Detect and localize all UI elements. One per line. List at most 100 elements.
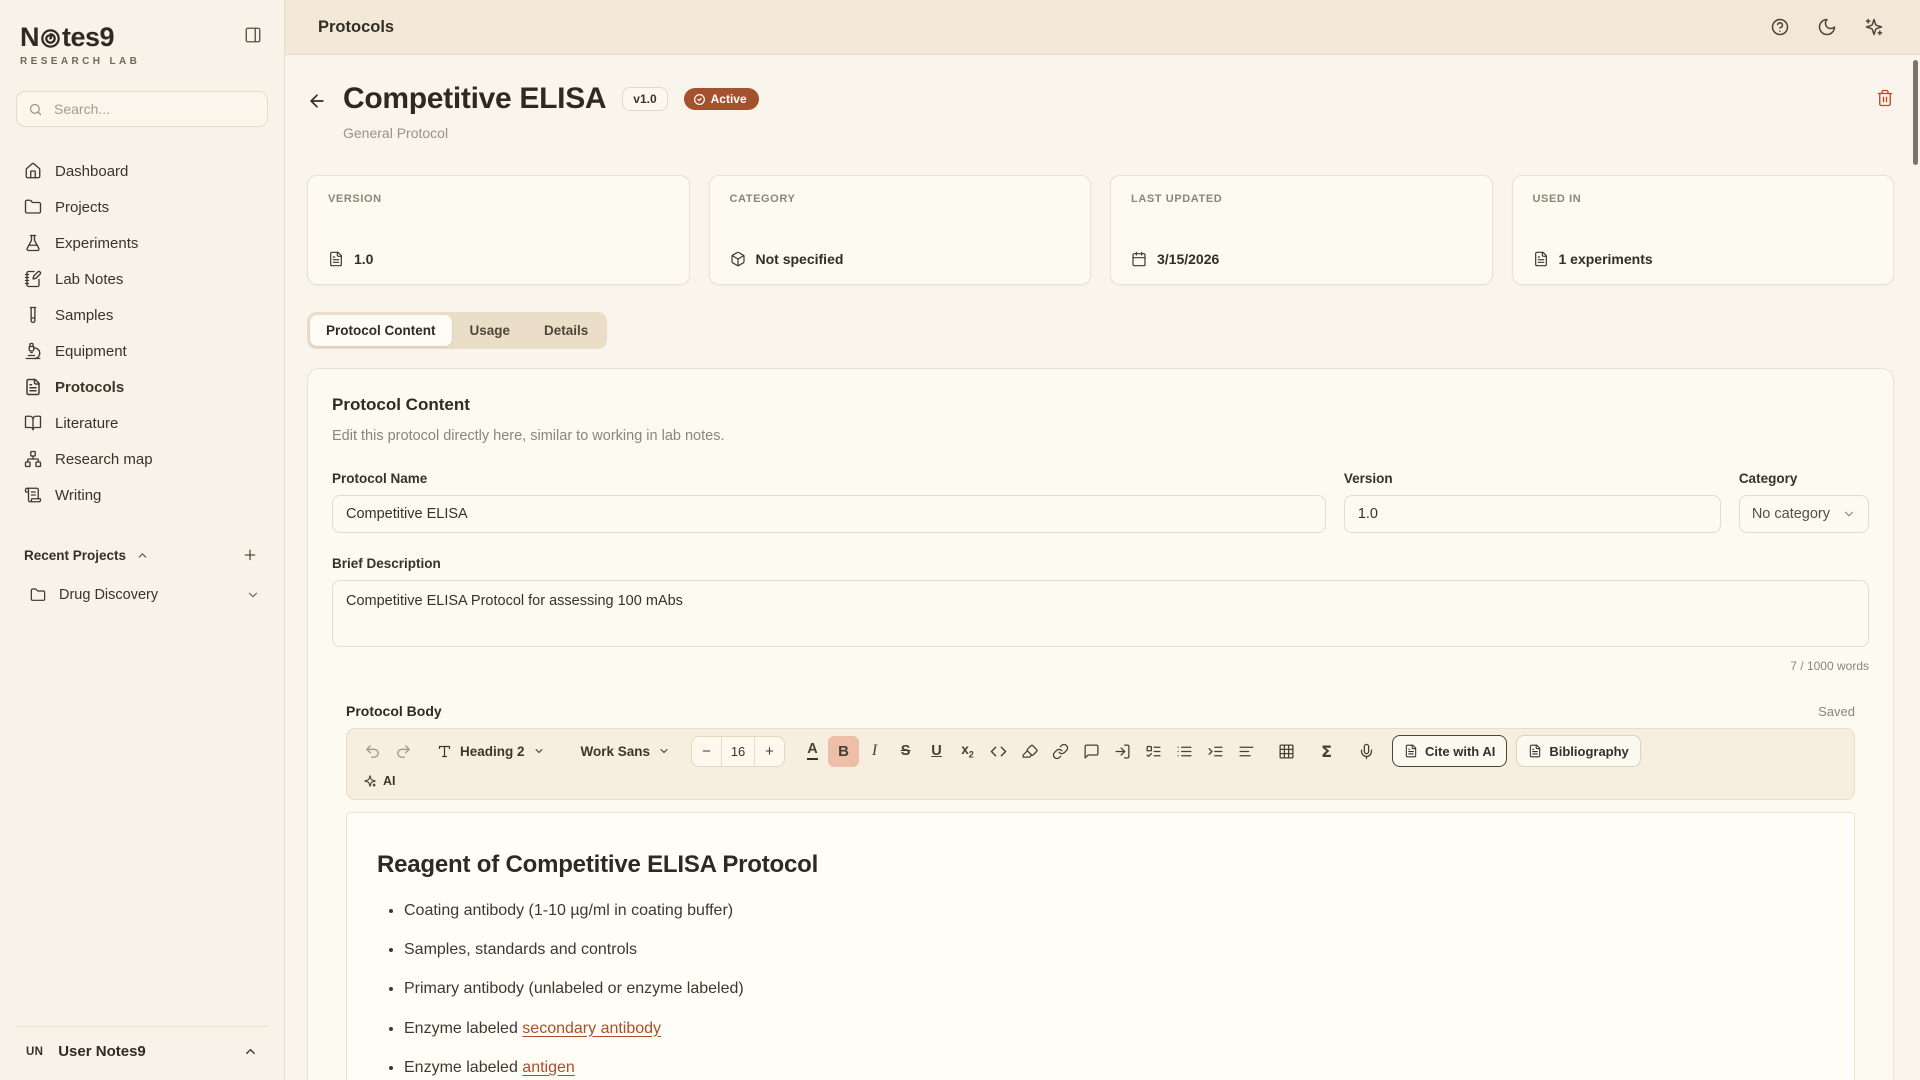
stat-card-used-in: USED IN 1 experiments: [1512, 175, 1895, 285]
sidebar-item-research-map[interactable]: Research map: [16, 441, 268, 477]
version-input[interactable]: [1344, 495, 1721, 533]
code-button[interactable]: [983, 736, 1014, 767]
redo-icon: [395, 743, 412, 760]
type-icon: [437, 744, 452, 759]
sidebar-nav: Dashboard Projects Experiments Lab Notes…: [16, 153, 268, 513]
user-menu[interactable]: UN User Notes9: [16, 1026, 268, 1066]
stat-label: USED IN: [1533, 193, 1874, 205]
bullet-list-button[interactable]: [1169, 736, 1200, 767]
tab-usage[interactable]: Usage: [454, 315, 527, 346]
ai-assistant-button[interactable]: [1864, 17, 1884, 37]
category-value: No category: [1752, 506, 1830, 522]
font-size-decrease-button[interactable]: −: [692, 737, 721, 766]
sidebar-item-writing[interactable]: Writing: [16, 477, 268, 513]
sidebar-item-samples[interactable]: Samples: [16, 297, 268, 333]
sidebar-item-label: Dashboard: [55, 163, 128, 180]
word-count: 7 / 1000 words: [332, 659, 1869, 673]
font-family-select[interactable]: Work Sans: [572, 736, 680, 767]
font-size-increase-button[interactable]: +: [755, 737, 784, 766]
insert-block-button[interactable]: [1107, 736, 1138, 767]
back-button[interactable]: [307, 91, 327, 111]
dark-mode-toggle[interactable]: [1817, 17, 1837, 37]
protocol-name-input[interactable]: [332, 495, 1326, 533]
book-open-icon: [24, 414, 42, 432]
sidebar-project-drug-discovery[interactable]: Drug Discovery: [16, 581, 268, 609]
highlight-button[interactable]: [1014, 736, 1045, 767]
protocol-body-section: Protocol Body Saved Heading 2: [346, 703, 1855, 1080]
cite-with-ai-button[interactable]: Cite with AI: [1392, 735, 1507, 767]
sidebar-item-literature[interactable]: Literature: [16, 405, 268, 441]
sidebar-item-label: Literature: [55, 415, 118, 432]
tab-details[interactable]: Details: [528, 315, 604, 346]
brief-description-textarea[interactable]: Competitive ELISA Protocol for assessing…: [332, 580, 1869, 647]
bold-button[interactable]: B: [828, 736, 859, 767]
font-size-stepper: − 16 +: [691, 736, 785, 767]
sidebar-item-protocols[interactable]: Protocols: [16, 369, 268, 405]
editor-bullet: Enzyme labeled secondary antibody: [404, 1017, 1824, 1040]
sparkles-icon: [1864, 17, 1884, 37]
subscript-button[interactable]: x2: [952, 736, 983, 767]
sidebar-item-experiments[interactable]: Experiments: [16, 225, 268, 261]
sidebar-item-label: Protocols: [55, 379, 124, 396]
dictation-button[interactable]: [1351, 736, 1382, 767]
editor-link[interactable]: secondary antibody: [522, 1020, 661, 1037]
checklist-icon: [1145, 743, 1162, 760]
bold-icon: B: [838, 743, 849, 760]
sidebar-item-dashboard[interactable]: Dashboard: [16, 153, 268, 189]
file-text-icon: [1528, 744, 1542, 758]
spiral-o-icon: [40, 28, 61, 49]
strikethrough-button[interactable]: S: [890, 736, 921, 767]
header-actions: [1770, 17, 1884, 37]
search-input[interactable]: [52, 100, 256, 118]
text-color-button[interactable]: A: [797, 736, 828, 767]
editor-content[interactable]: Reagent of Competitive ELISA Protocol Co…: [346, 812, 1855, 1080]
scrollbar[interactable]: [1913, 60, 1918, 165]
checklist-button[interactable]: [1138, 736, 1169, 767]
editor-ai-button[interactable]: AI: [357, 770, 402, 792]
bibliography-button[interactable]: Bibliography: [1516, 735, 1640, 767]
chevron-down-icon: [658, 745, 670, 757]
tab-protocol-content[interactable]: Protocol Content: [310, 315, 452, 346]
underline-button[interactable]: U: [921, 736, 952, 767]
logo-block: Ntes9 RESEARCH LAB: [20, 24, 140, 67]
redo-button[interactable]: [388, 736, 419, 767]
protocol-header: Competitive ELISA v1.0 Active General Pr…: [307, 81, 1894, 141]
protocol-body-label: Protocol Body: [346, 703, 442, 719]
undo-icon: [364, 743, 381, 760]
undo-button[interactable]: [357, 736, 388, 767]
table-button[interactable]: [1271, 736, 1302, 767]
search-box[interactable]: [16, 91, 268, 127]
indent-button[interactable]: [1200, 736, 1231, 767]
stat-value: 1.0: [354, 251, 373, 267]
italic-button[interactable]: I: [859, 736, 890, 767]
chevron-down-icon[interactable]: [246, 588, 260, 602]
align-button[interactable]: [1231, 736, 1262, 767]
folder-icon: [30, 587, 46, 603]
text-color-icon: A: [807, 742, 817, 759]
editor-bullet: Primary antibody (unlabeled or enzyme la…: [404, 977, 1824, 1000]
recent-projects-header[interactable]: Recent Projects: [16, 545, 268, 565]
chevron-up-icon: [243, 1044, 258, 1059]
logo-text-prefix: N: [20, 24, 39, 51]
sidebar-item-projects[interactable]: Projects: [16, 189, 268, 225]
editor-link[interactable]: antigen: [522, 1059, 575, 1076]
help-button[interactable]: [1770, 17, 1790, 37]
category-select[interactable]: No category: [1739, 495, 1869, 533]
add-project-button[interactable]: [240, 545, 260, 565]
user-name: User Notes9: [58, 1043, 146, 1060]
sidebar-item-equipment[interactable]: Equipment: [16, 333, 268, 369]
editor-bullet: Coating antibody (1-10 µg/ml in coating …: [404, 899, 1824, 922]
stat-label: CATEGORY: [730, 193, 1071, 205]
delete-protocol-button[interactable]: [1876, 89, 1894, 107]
formula-button[interactable]: Σ: [1311, 736, 1342, 767]
category-label: Category: [1739, 471, 1869, 486]
sidebar-item-lab-notes[interactable]: Lab Notes: [16, 261, 268, 297]
italic-icon: I: [872, 742, 877, 760]
underline-icon: U: [931, 743, 941, 759]
comment-button[interactable]: [1076, 736, 1107, 767]
sidebar-item-label: Experiments: [55, 235, 138, 252]
link-button[interactable]: [1045, 736, 1076, 767]
sidebar-collapse-button[interactable]: [242, 24, 264, 46]
stat-value: 3/15/2026: [1157, 251, 1219, 267]
heading-style-select[interactable]: Heading 2: [428, 736, 554, 767]
